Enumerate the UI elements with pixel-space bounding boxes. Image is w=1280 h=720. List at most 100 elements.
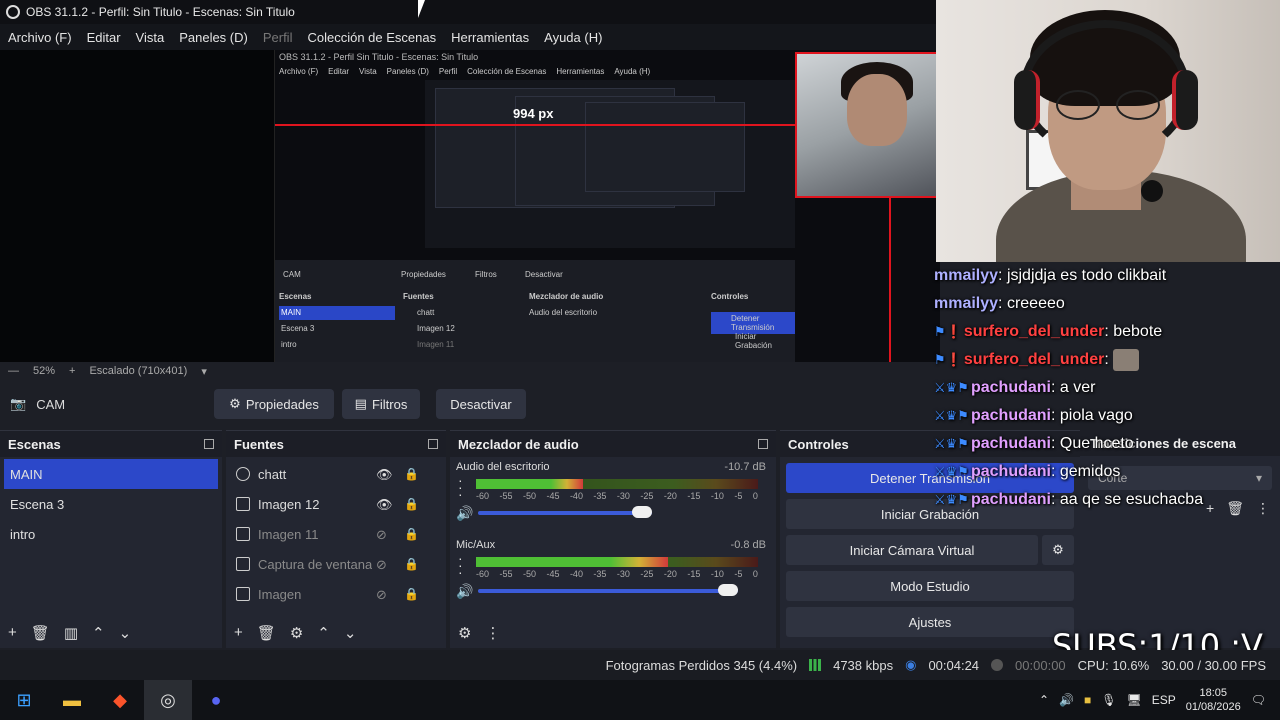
- menu-ayuda[interactable]: Ayuda (H): [544, 30, 602, 45]
- source-item-imagen-11[interactable]: Imagen 11 ⊘ 🔒: [226, 519, 446, 549]
- menu-vista[interactable]: Vista: [136, 30, 165, 45]
- zoom-minus-button[interactable]: —: [8, 365, 19, 377]
- scale-tick: -45: [546, 569, 560, 579]
- language-indicator[interactable]: ESP: [1152, 693, 1176, 707]
- lock-icon[interactable]: 🔒: [404, 557, 419, 571]
- mic-icon[interactable]: 🎙: [1101, 693, 1116, 707]
- scene-filters-button[interactable]: ▥: [64, 624, 78, 642]
- zoom-plus-button[interactable]: +: [69, 365, 75, 377]
- lock-icon[interactable]: 🔒: [404, 467, 419, 481]
- lock-icon[interactable]: 🔒: [404, 527, 419, 541]
- scale-tick: -40: [569, 491, 583, 501]
- more-options-icon[interactable]: · · ·: [458, 473, 463, 501]
- lock-icon[interactable]: 🔒: [404, 497, 419, 511]
- clock[interactable]: 18:05 01/08/2026: [1186, 686, 1241, 714]
- slider-knob[interactable]: [718, 584, 739, 596]
- obs-taskbar-icon[interactable]: ◎: [144, 680, 192, 720]
- eye-hidden-icon[interactable]: ⊘: [376, 527, 387, 543]
- scale-tick: -55: [499, 569, 513, 579]
- volume-slider[interactable]: [478, 506, 652, 518]
- move-down-button[interactable]: ⌄: [119, 624, 132, 642]
- chat-overlay: mmailyy: jsjdjdja es todo clikbait mmail…: [934, 262, 1280, 514]
- window-icon: [236, 557, 250, 571]
- move-up-button[interactable]: ⌃: [92, 624, 105, 642]
- image-icon: [236, 527, 250, 541]
- chat-message: ⚔♛⚑ pachudani: gemidos: [934, 463, 1121, 480]
- volume-icon[interactable]: 🔊: [1059, 693, 1074, 707]
- remove-scene-button[interactable]: 🗑: [31, 624, 50, 642]
- add-scene-button[interactable]: +: [8, 624, 17, 642]
- menu-paneles[interactable]: Paneles (D): [179, 30, 248, 45]
- scale-tick: -20: [663, 569, 677, 579]
- properties-button[interactable]: ⚙ Propiedades: [214, 389, 334, 419]
- scale-dropdown[interactable]: Escalado (710x401): [89, 365, 187, 377]
- scale-tick: -45: [546, 491, 560, 501]
- menu-herramientas[interactable]: Herramientas: [451, 30, 529, 45]
- slider-knob[interactable]: [631, 506, 652, 518]
- notifications-icon[interactable]: 🗨: [1251, 693, 1266, 707]
- filters-button[interactable]: ▤ Filtros: [342, 389, 420, 419]
- more-options-icon[interactable]: · · ·: [458, 551, 463, 579]
- mouse-cursor-icon: [418, 0, 432, 18]
- file-explorer-icon[interactable]: ▬: [48, 680, 96, 720]
- settings-button[interactable]: Ajustes: [786, 607, 1074, 637]
- source-properties-gear-icon[interactable]: ⚙: [290, 624, 303, 642]
- add-source-button[interactable]: +: [234, 624, 243, 642]
- app-tray-icon[interactable]: ■: [1084, 693, 1091, 707]
- remove-source-button[interactable]: 🗑: [257, 624, 276, 642]
- scene-item-intro[interactable]: intro: [0, 519, 222, 549]
- network-icon[interactable]: 🖥: [1126, 693, 1141, 707]
- menu-coleccion-escenas[interactable]: Colección de Escenas: [307, 30, 436, 45]
- virtual-cam-gear-icon[interactable]: ⚙: [1042, 535, 1074, 565]
- virtual-camera-button[interactable]: Iniciar Cámara Virtual: [786, 535, 1038, 565]
- scale-tick: -60: [476, 491, 490, 501]
- speaker-icon[interactable]: 🔊: [456, 505, 473, 522]
- gear-icon: ⚙: [229, 396, 241, 411]
- scene-item-main[interactable]: MAIN: [4, 459, 218, 489]
- speaker-icon[interactable]: 🔊: [456, 583, 473, 600]
- badge-icon: ⚔♛⚑: [934, 408, 969, 423]
- system-tray: ⌃ 🔊 ■ 🎙 🖥 ESP 18:05 01/08/2026 🗨: [1039, 680, 1280, 720]
- source-item-chatt[interactable]: chatt 👁 🔒: [226, 459, 446, 489]
- source-item-captura-ventana[interactable]: Captura de ventana ⊘ 🔒: [226, 549, 446, 579]
- eye-hidden-icon[interactable]: ⊘: [376, 587, 387, 603]
- eye-icon[interactable]: 👁: [376, 467, 393, 483]
- menu-editar[interactable]: Editar: [87, 30, 121, 45]
- windows-start-icon[interactable]: ⊞: [0, 680, 48, 720]
- brave-browser-icon[interactable]: ◆: [96, 680, 144, 720]
- move-up-button[interactable]: ⌃: [317, 624, 330, 642]
- nested-obs-capture: OBS 31.1.2 - Perfil Sin Titulo - Escenas…: [274, 50, 940, 362]
- chevron-down-icon[interactable]: ▾: [201, 365, 207, 378]
- status-bar: Fotogramas Perdidos 345 (4.4%) 4738 kbps…: [0, 650, 1280, 680]
- badge-icon: ⚔♛⚑: [934, 436, 969, 451]
- chat-message: ⚑❗ surfero_del_under:: [934, 346, 1280, 374]
- volume-slider[interactable]: [478, 584, 739, 596]
- scale-tick: -40: [569, 569, 583, 579]
- studio-mode-button[interactable]: Modo Estudio: [786, 571, 1074, 601]
- undock-icon[interactable]: [758, 439, 768, 449]
- guide-px-label: 994 px: [513, 106, 554, 121]
- preview-status-row: — 52% + Escalado (710x401) ▾: [0, 362, 940, 380]
- audio-mixer-dock: Mezclador de audio Audio del escritorio …: [450, 430, 776, 648]
- menu-archivo[interactable]: Archivo (F): [8, 30, 72, 45]
- lock-icon[interactable]: 🔒: [404, 587, 419, 601]
- source-item-imagen-12[interactable]: Imagen 12 👁 🔒: [226, 489, 446, 519]
- scene-item-escena-3[interactable]: Escena 3: [0, 489, 222, 519]
- menu-perfil[interactable]: Perfil: [263, 30, 293, 45]
- guide-line-horizontal: [275, 124, 795, 126]
- move-down-button[interactable]: ⌄: [344, 624, 357, 642]
- discord-icon[interactable]: ●: [192, 680, 240, 720]
- chat-message: ⚑❗ surfero_del_under: bebote: [934, 323, 1163, 340]
- source-item-imagen[interactable]: Imagen ⊘ 🔒: [226, 579, 446, 609]
- undock-icon[interactable]: [428, 439, 438, 449]
- deactivate-button[interactable]: Desactivar: [436, 389, 526, 419]
- eye-hidden-icon[interactable]: ⊘: [376, 557, 387, 573]
- eye-icon[interactable]: 👁: [376, 497, 393, 513]
- mixer-menu-icon[interactable]: ⋮: [485, 624, 500, 642]
- advanced-audio-gear-icon[interactable]: ⚙: [458, 624, 471, 642]
- dropped-frames: Fotogramas Perdidos 345 (4.4%): [605, 657, 798, 673]
- scale-tick: -25: [640, 491, 654, 501]
- undock-icon[interactable]: [204, 439, 214, 449]
- chevron-up-icon[interactable]: ⌃: [1039, 693, 1049, 707]
- preview-canvas[interactable]: OBS 31.1.2 - Perfil Sin Titulo - Escenas…: [0, 50, 940, 362]
